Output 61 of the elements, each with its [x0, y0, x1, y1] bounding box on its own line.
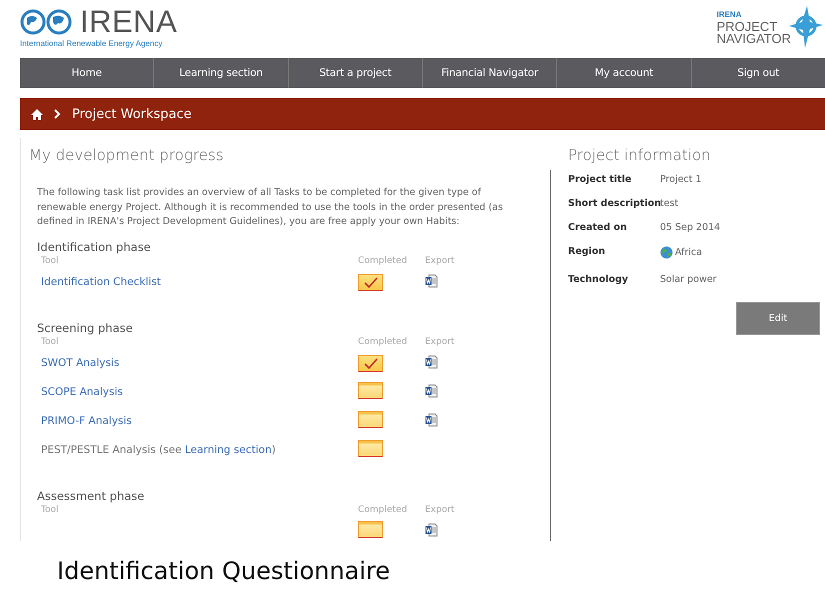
breadcrumb-current: Project Workspace: [72, 106, 192, 122]
completed-checkbox[interactable]: [358, 440, 383, 456]
field-value: test: [660, 198, 678, 209]
nav-link[interactable]: Home: [20, 58, 154, 88]
nav-link[interactable]: Financial Navigator: [422, 58, 556, 88]
check-icon: [364, 276, 378, 288]
column-header: Completed: [358, 504, 408, 514]
nav-link[interactable]: My account: [556, 58, 691, 88]
column-header: Export: [424, 504, 456, 514]
column-header: Tool: [40, 256, 60, 266]
product-logo-text: NAVIGATOR: [716, 33, 791, 45]
logo-tagline: International Renewable Energy Agency: [20, 39, 164, 48]
field-value: Africa: [675, 247, 702, 258]
field-label: Short description: [568, 198, 660, 209]
word-document-icon[interactable]: [425, 384, 438, 398]
word-document-icon[interactable]: [425, 522, 438, 536]
field-value: Solar power: [660, 274, 717, 285]
edit-button[interactable]: Edit: [736, 302, 820, 335]
field-label: Project title: [568, 174, 632, 185]
completed-checkbox[interactable]: [358, 382, 383, 398]
tool-name: PEST/PESTLE Analysis (see Learning section): [41, 444, 276, 456]
phase-title: Identification phase: [37, 240, 152, 254]
phase-title: Screening phase: [37, 320, 134, 334]
completed-checkbox[interactable]: [358, 274, 383, 290]
field-value: 05 Sep 2014: [660, 222, 720, 233]
completed-checkbox[interactable]: [358, 520, 383, 538]
phase-title: Assessment phase: [37, 488, 146, 502]
intro-paragraph: The following task list provides an overview of all Tasks to be completed for the given type of renewable energy Project. Although it is recommended to use the tools in the order presented (as defined in IRENA's Project Development Guidelines), you are free apply your own Habits:: [37, 186, 504, 229]
column-header: Completed: [358, 256, 408, 266]
logo-text: IRENA: [80, 7, 178, 37]
field-label: Region: [568, 246, 606, 257]
completed-checkbox[interactable]: [358, 354, 383, 372]
word-document-icon[interactable]: [425, 412, 438, 426]
caption: Identification Questionnaire: [57, 557, 392, 585]
field-label: Technology: [568, 274, 630, 285]
column-header: Tool: [40, 504, 60, 514]
tool-link[interactable]: PRIMO-F Analysis: [41, 415, 132, 427]
column-header: Export: [424, 256, 456, 266]
nav-link[interactable]: Learning section: [153, 58, 288, 88]
column-header: Tool: [40, 336, 60, 346]
check-icon: [364, 358, 378, 368]
tool-link[interactable]: SWOT Analysis: [41, 357, 120, 369]
tool-link[interactable]: SCOPE Analysis: [41, 386, 123, 398]
product-logo-org: IRENA: [716, 9, 742, 21]
completed-checkbox[interactable]: [358, 410, 383, 428]
home-icon[interactable]: [31, 108, 43, 120]
learning-link[interactable]: Learning section: [184, 444, 272, 456]
field-value: Project 1: [660, 174, 702, 185]
word-document-icon[interactable]: [425, 354, 438, 368]
nav-link[interactable]: Sign out: [690, 58, 825, 88]
chevron-icon: [54, 109, 61, 119]
word-document-icon[interactable]: [425, 274, 438, 288]
field-label: Created on: [568, 222, 628, 233]
tool-link[interactable]: Identification Checklist: [41, 276, 161, 288]
section-title: My development progress: [29, 146, 225, 164]
nav-link[interactable]: Start a project: [288, 58, 422, 88]
column-header: Completed: [358, 336, 408, 346]
column-header: Export: [424, 336, 456, 346]
product-logo-text: PROJECT: [716, 21, 778, 33]
section-title: Project information: [568, 146, 712, 164]
globe-icon: [660, 246, 673, 259]
